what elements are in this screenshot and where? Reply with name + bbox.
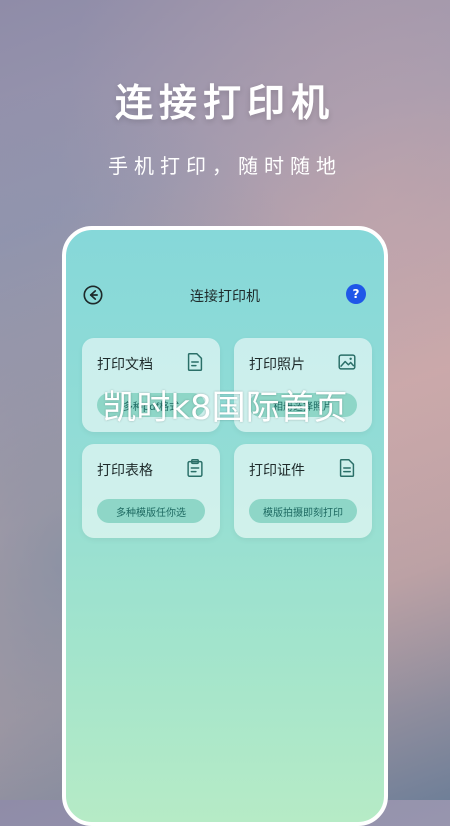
card-title: 打印表格 <box>97 463 153 479</box>
hero-subtitle: 手机打印，随时随地 <box>108 154 342 178</box>
page-title: 连接打印机 <box>190 289 260 305</box>
card-pill-button[interactable]: 相册选择照片 <box>249 393 357 417</box>
card-pill-button[interactable]: 多种模版任你选 <box>97 499 205 523</box>
card-title: 打印证件 <box>249 463 305 479</box>
card-print-document[interactable]: 打印文档 多种pdf格式 <box>82 338 220 432</box>
card-print-table[interactable]: 打印表格 多种模版任你选 <box>82 444 220 538</box>
card-pill-button[interactable]: 多种pdf格式 <box>97 393 205 417</box>
hero-title: 连接打印机 <box>114 81 335 125</box>
app-header: 连接打印机 ? <box>66 280 384 310</box>
card-title: 打印照片 <box>249 357 305 373</box>
document-icon <box>187 353 203 371</box>
clipboard-icon <box>187 459 203 477</box>
help-icon[interactable]: ? <box>346 284 366 304</box>
image-icon <box>338 354 356 370</box>
phone-frame: 连接打印机 ? 打印文档 多种pdf格式 打印照片 相册选择照片 打印表格 多种… <box>62 226 388 826</box>
card-print-certificate[interactable]: 打印证件 模版拍摄即刻打印 <box>234 444 372 538</box>
card-print-photo[interactable]: 打印照片 相册选择照片 <box>234 338 372 432</box>
card-title: 打印文档 <box>97 357 153 373</box>
card-pill-button[interactable]: 模版拍摄即刻打印 <box>249 499 357 523</box>
id-document-icon <box>339 459 355 477</box>
